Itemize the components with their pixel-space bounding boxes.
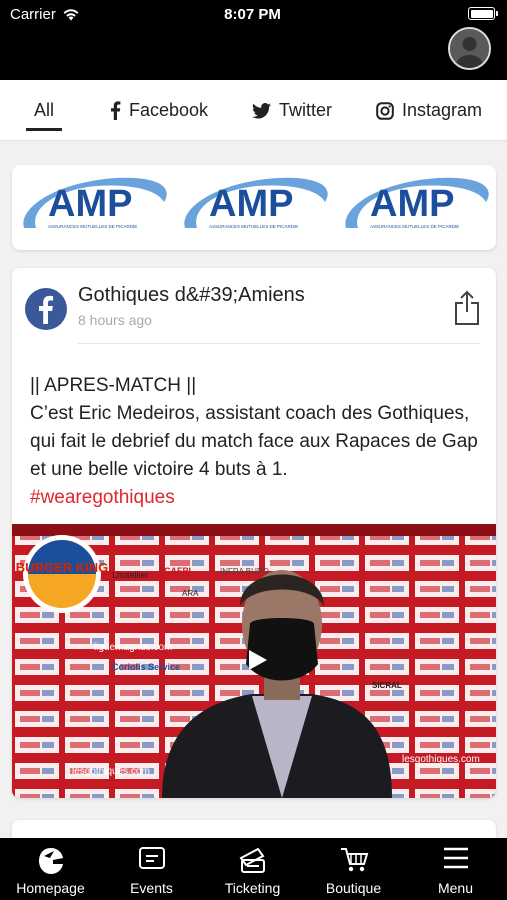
svg-text:liguemagnus.com: liguemagnus.com — [94, 642, 172, 653]
amp-logo: AMP ASSURANCES MUTUELLES DE PICARDIE — [345, 177, 489, 229]
facebook-source-avatar — [25, 288, 67, 330]
nav-label: Ticketing — [224, 880, 281, 896]
tab-facebook[interactable]: Facebook — [110, 80, 208, 141]
nav-menu[interactable]: Menu — [405, 838, 506, 900]
nav-label: Homepage — [16, 880, 85, 896]
tab-label: Facebook — [129, 100, 209, 120]
tab-label: All — [34, 100, 55, 120]
post-timestamp: 8 hours ago — [78, 312, 152, 328]
post-author[interactable]: Gothiques d&#39;Amiens — [78, 284, 305, 307]
top-bar: Carrier 8:07 PM — [0, 0, 507, 80]
post-body: || APRES-MATCH || C’est Eric Medeiros, a… — [30, 372, 488, 512]
twitter-icon — [252, 102, 271, 119]
amp-logo: AMP ASSURANCES MUTUELLES DE PICARDIE — [23, 177, 167, 229]
svg-text:AMP: AMP — [370, 183, 454, 225]
clock: 8:07 PM — [224, 6, 281, 23]
hashtag-link[interactable]: #wearegothiques — [30, 484, 488, 512]
svg-text:AMP: AMP — [209, 183, 293, 225]
post-header-divider — [78, 343, 480, 344]
svg-text:ASSURANCES MUTUELLES DE PICARD: ASSURANCES MUTUELLES DE PICARDIE — [209, 224, 298, 229]
nav-label: Boutique — [325, 880, 382, 896]
status-bar: Carrier 8:07 PM — [10, 6, 498, 24]
facebook-icon — [111, 101, 121, 120]
post-text-line: || APRES-MATCH || — [30, 375, 197, 396]
user-silhouette-icon — [450, 29, 489, 68]
amp-logo: AMP ASSURANCES MUTUELLES DE PICARDIE — [184, 177, 328, 229]
svg-text:Lhotellier: Lhotellier — [112, 570, 149, 580]
svg-text:lesgothiques.com: lesgothiques.com — [72, 766, 150, 777]
feed-filter-tabs: All Facebook Twitter Instagram — [0, 80, 507, 141]
nav-label: Menu — [437, 880, 474, 896]
home-logo-icon — [38, 848, 63, 874]
post-video[interactable]: Lhotellier CAFPI INFRA BURO ARA liguemag… — [12, 524, 496, 798]
post-card[interactable]: Gothiques d&#39;Amiens 8 hours ago || AP… — [12, 268, 496, 798]
svg-text:ARA: ARA — [182, 589, 199, 598]
svg-text:ASSURANCES MUTUELLES DE PICARD: ASSURANCES MUTUELLES DE PICARDIE — [48, 224, 137, 229]
video-thumbnail: Lhotellier CAFPI INFRA BURO ARA liguemag… — [12, 524, 496, 798]
tab-label: Twitter — [279, 100, 333, 120]
svg-text:Coriolis Service: Coriolis Service — [112, 662, 180, 672]
profile-avatar[interactable] — [448, 27, 491, 70]
svg-text:AMP: AMP — [48, 183, 132, 225]
events-icon — [138, 847, 165, 869]
tab-all[interactable]: All — [25, 80, 63, 141]
post-text: C’est Eric Medeiros, assistant coach des… — [30, 403, 478, 480]
facebook-icon — [39, 295, 54, 324]
nav-ticketing[interactable]: Ticketing — [202, 838, 303, 900]
svg-text:lesgothiques.com: lesgothiques.com — [402, 754, 480, 765]
sponsor-banner[interactable]: AMP ASSURANCES MUTUELLES DE PICARDIE AMP… — [12, 165, 496, 250]
nav-homepage[interactable]: Homepage — [0, 838, 101, 900]
svg-text:ASSURANCES MUTUELLES DE PICARD: ASSURANCES MUTUELLES DE PICARDIE — [370, 224, 459, 229]
bottom-navigation: Homepage Events Ticketing Boutique Menu — [0, 838, 507, 900]
tab-instagram[interactable]: Instagram — [376, 80, 482, 141]
svg-text:CAFPI: CAFPI — [164, 566, 191, 576]
nav-boutique[interactable]: Boutique — [303, 838, 404, 900]
tab-twitter[interactable]: Twitter — [252, 80, 332, 141]
battery-icon — [468, 7, 498, 20]
svg-text:INFRA BURO: INFRA BURO — [220, 567, 269, 576]
svg-text:SICRAL: SICRAL — [372, 681, 402, 690]
nav-events[interactable]: Events — [101, 838, 202, 900]
instagram-icon — [376, 101, 394, 120]
svg-text:BURGER KING: BURGER KING — [16, 560, 108, 575]
menu-icon — [443, 847, 468, 869]
ticket-icon — [239, 847, 265, 873]
tab-label: Instagram — [402, 100, 483, 120]
nav-label: Events — [130, 880, 173, 896]
cart-icon — [340, 848, 368, 872]
share-icon[interactable] — [454, 290, 480, 326]
